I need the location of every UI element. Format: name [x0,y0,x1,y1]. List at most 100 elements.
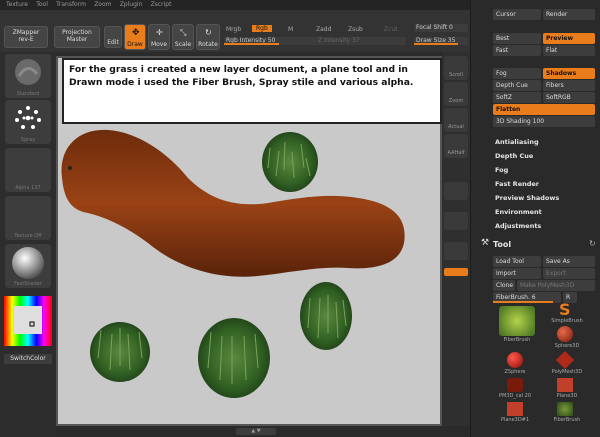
cursor-button[interactable]: Cursor [493,9,541,20]
creature-body [61,129,405,277]
alpha-tile[interactable]: Alpha 137 [5,148,51,192]
brush-standard-tile[interactable]: Standard [5,54,51,98]
projection-master-button[interactable]: Projection Master [54,26,100,48]
spray-stroke-label: Spray [20,137,36,143]
fiberbrush-tool-thumb[interactable] [499,306,535,336]
preview-button[interactable]: Preview [543,33,595,44]
fiberbrush-tool-label: FiberBrush [503,337,531,343]
fibers-button[interactable]: Fibers [543,80,595,91]
right-panel: Cursor Render Best Preview Fast Flat Fog… [470,0,600,437]
shelf-tool-1[interactable] [444,182,468,200]
stroke-spray-tile[interactable]: Spray [5,100,51,144]
polymesh3d-icon[interactable] [555,350,575,370]
softrgb-button[interactable]: SoftRGB [543,92,595,103]
rotate-icon: ↻ [205,28,212,37]
plane3d-icon[interactable] [557,378,573,392]
scale-label: Scale [174,41,192,48]
annotation-callout: For the grass i created a new layer docu… [62,58,442,124]
draw-icon: ✥ [132,28,140,38]
adjustments-menu[interactable]: Adjustments [495,222,541,230]
antialiasing-menu[interactable]: Antialiasing [495,138,539,146]
fog-button[interactable]: Fog [493,68,541,79]
pm3d-cal-label: PM3D_cal 20 [498,393,531,399]
grass-patch-2 [300,282,352,350]
depth-cue-menu[interactable]: Depth Cue [495,152,533,160]
bottom-tray-toggle[interactable]: ▲ ▼ [236,428,276,435]
material-tile[interactable]: FastShader [5,244,51,288]
aahalf-button[interactable]: AAHalf [444,134,468,158]
fast-button[interactable]: Fast [493,45,541,56]
top-toolbar: ZMapper rev-E Projection Master Edit ✥ D… [0,10,470,52]
texture-label: Texture Off [14,233,42,239]
export-button[interactable]: Export [543,268,595,279]
shelf-tool-3[interactable] [444,242,468,260]
sphere3d-icon[interactable] [557,326,573,342]
menu-zoom[interactable]: Zoom [94,0,111,10]
save-as-button[interactable]: Save As [543,256,595,267]
refresh-icon[interactable]: ↻ [589,239,596,248]
3d-shading-slider[interactable]: 3D Shading 100 [493,116,595,127]
zcut-button[interactable]: Zcut [384,26,398,33]
tool-section-title[interactable]: Tool [493,240,511,249]
sphere3d-label: Sphere3D [554,343,580,349]
depth-cue-button[interactable]: Depth Cue [493,80,541,91]
projection-sub-label: Master [66,36,88,43]
menu-zscript[interactable]: Zscript [151,0,172,10]
z-intensity-slider[interactable]: Z Intensity 37 [316,37,406,45]
shadows-button[interactable]: Shadows [543,68,595,79]
fiberbrush-2-icon[interactable] [557,402,573,416]
menu-transform[interactable]: Transform [56,0,86,10]
scroll-button[interactable]: Scroll [444,56,468,80]
scale-button[interactable]: ⤡ Scale [172,24,194,50]
left-toolbar: Standard Spray Alpha 137 Texture Off Fas… [0,52,56,437]
zmapper-button[interactable]: ZMapper rev-E [4,26,48,48]
switch-color-button[interactable]: SwitchColor [4,354,52,364]
fog-menu[interactable]: Fog [495,166,508,174]
preview-shadows-menu[interactable]: Preview Shadows [495,194,559,202]
menu-zplugin[interactable]: Zplugin [120,0,143,10]
m-button[interactable]: M [288,26,293,33]
texture-tile[interactable]: Texture Off [5,196,51,240]
simplebrush-label: SimpleBrush [551,318,583,324]
menu-texture[interactable]: Texture [6,0,28,10]
best-button[interactable]: Best [493,33,541,44]
right-shelf: Scroll Zoom Actual AAHalf [442,52,470,437]
fast-render-menu[interactable]: Fast Render [495,180,539,188]
edit-button[interactable]: Edit [104,26,122,48]
focal-shift-slider[interactable]: Focal Shift 0 [414,24,468,32]
flat-button[interactable]: Flat [543,45,595,56]
actual-button[interactable]: Actual [444,108,468,132]
rgb-button[interactable]: Rgb [252,25,272,32]
fastshader-sphere-icon [12,247,44,279]
draw-size-slider[interactable]: Draw Size 35 [414,37,468,45]
zadd-button[interactable]: Zadd [316,26,331,33]
shelf-orange-toggle[interactable] [444,268,468,276]
pm3d-cal-icon[interactable] [507,378,523,392]
flatten-button[interactable]: Flatten [493,104,595,115]
draw-button[interactable]: ✥ Draw [124,24,146,50]
color-picker[interactable] [4,296,52,346]
mrgb-button[interactable]: Mrgb [226,26,241,33]
import-button[interactable]: Import [493,268,541,279]
rotate-button[interactable]: ↻ Rotate [196,24,220,50]
standard-brush-label: Standard [16,91,40,97]
scale-icon: ⤡ [180,28,187,37]
zsub-button[interactable]: Zsub [348,26,363,33]
move-icon: ✛ [156,28,163,37]
environment-menu[interactable]: Environment [495,208,542,216]
zoom-button[interactable]: Zoom [444,82,468,106]
clone-button[interactable]: Clone [493,280,515,291]
load-tool-button[interactable]: Load Tool [493,256,541,267]
plane3d-1-icon[interactable] [507,402,523,416]
shelf-tool-2[interactable] [444,212,468,230]
zsphere-icon[interactable] [507,352,523,368]
simplebrush-icon[interactable]: S [559,300,571,319]
menu-tool[interactable]: Tool [36,0,48,10]
fiberbrush-slider-label: FiberBrush. 6 [496,294,536,301]
edit-label: Edit [107,39,119,46]
fiberbrush-slider[interactable]: FiberBrush. 6 [493,292,561,303]
move-button[interactable]: ✛ Move [148,24,170,50]
make-polymesh-button[interactable]: Make PolyMesh3D [517,280,595,291]
softz-button[interactable]: SoftZ [493,92,541,103]
render-button[interactable]: Render [543,9,595,20]
